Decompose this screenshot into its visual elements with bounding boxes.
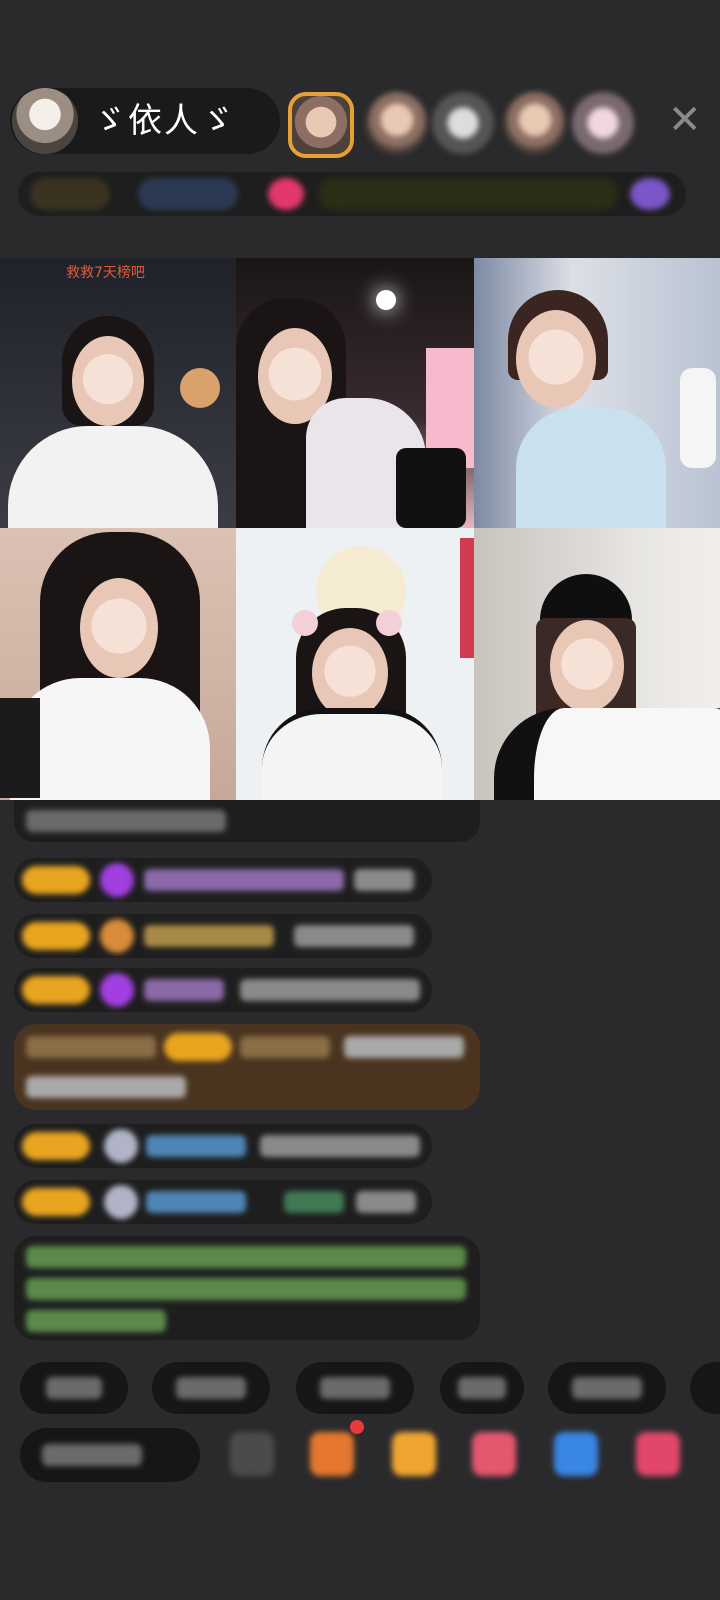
microphone-icon (396, 448, 466, 528)
video-cell-4[interactable] (0, 528, 236, 800)
host-avatar[interactable] (12, 88, 78, 154)
video-cell-6[interactable] (474, 528, 720, 800)
chat-message[interactable] (14, 1124, 432, 1168)
close-icon[interactable]: ✕ (668, 100, 702, 140)
chat-message[interactable] (14, 858, 432, 902)
more-icon[interactable] (636, 1432, 680, 1476)
badge-row[interactable] (18, 172, 686, 216)
quick-reply-4[interactable] (440, 1362, 524, 1414)
system-message (14, 1236, 480, 1340)
chat-input[interactable] (20, 1428, 200, 1482)
quick-reply-1[interactable] (20, 1362, 128, 1414)
viewer-avatar-1[interactable] (288, 92, 354, 158)
fans-chip[interactable] (138, 178, 238, 210)
quick-reply-3[interactable] (296, 1362, 414, 1414)
video-overlay-text: 救救7天榜吧 (66, 265, 145, 281)
video-cell-2[interactable] (236, 258, 474, 528)
quick-reply-6[interactable] (690, 1362, 720, 1414)
chat-message[interactable] (14, 914, 432, 958)
gift-icon[interactable] (630, 178, 670, 210)
quick-reply-5[interactable] (548, 1362, 666, 1414)
chat-message[interactable] (14, 968, 432, 1012)
host-name: ゞ依人ゞ (92, 101, 236, 141)
heart-gift-icon[interactable] (472, 1432, 516, 1476)
flower-icon (180, 368, 220, 408)
video-cell-3[interactable] (474, 258, 720, 528)
viewer-avatar-3[interactable] (432, 92, 494, 154)
viewer-avatar-4[interactable] (504, 92, 566, 154)
chat-message-highlight[interactable] (14, 1024, 480, 1110)
chat-message[interactable] (14, 1180, 432, 1224)
video-cell-5[interactable] (236, 528, 474, 800)
notice-chip[interactable] (318, 178, 618, 210)
cat-ear-right (376, 610, 402, 636)
game-icon[interactable] (554, 1432, 598, 1476)
emoji-icon[interactable] (230, 1432, 274, 1476)
gift-box-icon[interactable] (310, 1432, 354, 1476)
microphone-icon (0, 698, 40, 798)
viewer-avatar-2[interactable] (366, 92, 428, 154)
heart-icon[interactable] (268, 178, 304, 210)
quick-reply-2[interactable] (152, 1362, 270, 1414)
viewer-avatar-5[interactable] (572, 92, 634, 154)
chat-message[interactable] (14, 800, 480, 842)
notification-dot (350, 1420, 364, 1434)
treasure-icon[interactable] (392, 1432, 436, 1476)
cat-ear-left (292, 610, 318, 636)
rank-chip[interactable] (30, 178, 110, 210)
video-cell-1[interactable]: 救救7天榜吧 (0, 258, 236, 528)
